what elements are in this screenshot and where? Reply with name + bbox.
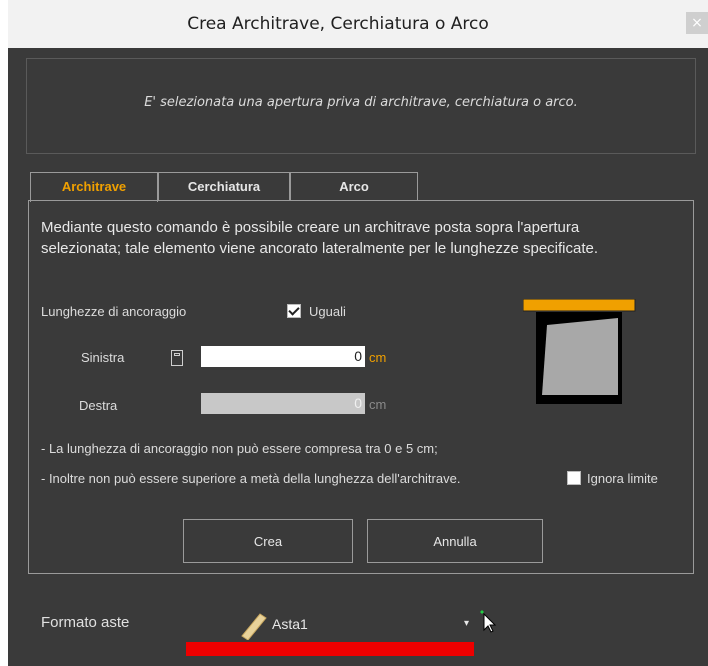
selection-highlight-bar bbox=[186, 642, 474, 656]
chevron-down-icon[interactable]: ▾ bbox=[464, 618, 469, 629]
format-select[interactable]: Asta1 bbox=[272, 616, 308, 632]
left-label: Sinistra bbox=[81, 350, 125, 365]
left-length-input[interactable]: 0 bbox=[201, 346, 365, 367]
tab-arco[interactable]: Arco bbox=[290, 172, 418, 200]
left-unit: cm bbox=[369, 350, 387, 365]
tab-cerchiatura[interactable]: Cerchiatura bbox=[158, 172, 290, 200]
info-box: E' selezionata una apertura priva di arc… bbox=[26, 58, 696, 154]
beam-icon bbox=[241, 613, 267, 640]
tab-architrave[interactable]: Architrave bbox=[30, 172, 158, 202]
calculator-icon[interactable] bbox=[171, 350, 183, 366]
ignore-limit-checkbox[interactable] bbox=[567, 471, 581, 485]
equal-label: Uguali bbox=[309, 304, 346, 319]
right-length-input: 0 bbox=[201, 393, 365, 414]
info-message: E' selezionata una apertura priva di arc… bbox=[144, 95, 578, 110]
lintel-preview-image bbox=[523, 299, 636, 404]
create-button[interactable]: Crea bbox=[183, 519, 353, 563]
dialog: E' selezionata una apertura priva di arc… bbox=[8, 48, 708, 666]
equal-checkbox[interactable] bbox=[287, 304, 301, 318]
cancel-button[interactable]: Annulla bbox=[367, 519, 543, 563]
format-label: Formato aste bbox=[41, 614, 130, 631]
architrave-panel: Mediante questo comando è possibile crea… bbox=[28, 200, 694, 574]
title-bar: Crea Architrave, Cerchiatura o Arco × bbox=[8, 0, 708, 49]
window-title: Crea Architrave, Cerchiatura o Arco bbox=[187, 14, 489, 34]
anchor-length-label: Lunghezze di ancoraggio bbox=[41, 304, 187, 319]
close-icon[interactable]: × bbox=[686, 12, 708, 34]
note-max-length: - Inoltre non può essere superiore a met… bbox=[41, 471, 461, 486]
note-min-length: - La lunghezza di ancoraggio non può ess… bbox=[41, 441, 438, 456]
description-text: Mediante questo comando è possibile crea… bbox=[41, 219, 599, 257]
pointer-cursor-icon bbox=[480, 610, 497, 633]
right-label: Destra bbox=[79, 398, 118, 413]
right-unit: cm bbox=[369, 397, 387, 412]
ignore-limit-label: Ignora limite bbox=[587, 471, 658, 486]
